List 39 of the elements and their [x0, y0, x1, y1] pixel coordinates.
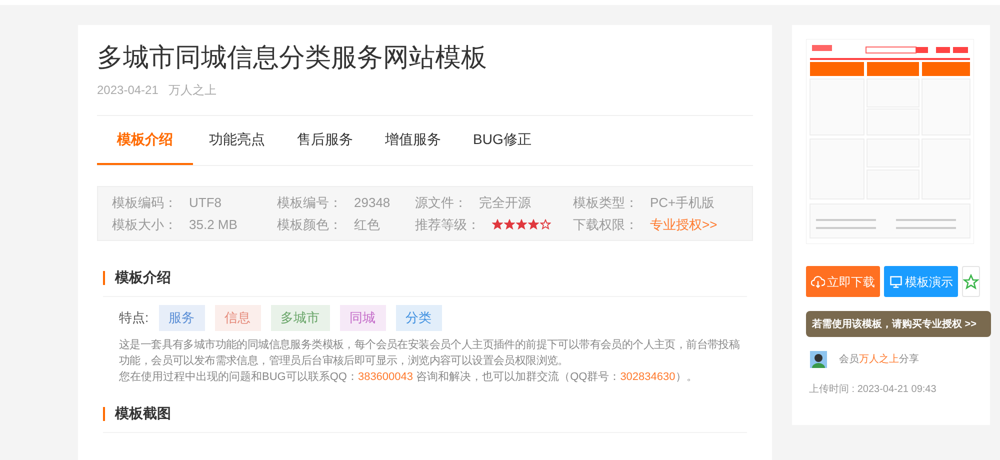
- spec-value: 红色: [354, 216, 380, 234]
- tag[interactable]: 信息: [214, 305, 261, 331]
- author-name: 万人之上: [168, 82, 216, 99]
- tab[interactable]: 功能亮点: [193, 116, 281, 165]
- tab[interactable]: 售后服务: [281, 116, 369, 165]
- spec-label: 推荐等级：: [415, 216, 480, 234]
- tab[interactable]: BUG修正: [457, 116, 548, 165]
- demo-button[interactable]: 模板演示: [884, 266, 958, 297]
- spec-value: 29348: [354, 194, 390, 212]
- contact-text: 您在使用过程中出现的问题和BUG可以联系QQ：383600043 咨询和解决，也可以加群交流（QQ群号：302834630）。: [118, 370, 698, 385]
- section-heading: 模板截图: [115, 404, 171, 423]
- member-link[interactable]: 万人之上: [859, 354, 899, 365]
- page-title: 多城市同城信息分类服务网站模板: [97, 41, 488, 74]
- spec-label: 模板编码：: [112, 194, 177, 212]
- upload-time: 上传时间 : 2023-04-21 09:43: [808, 382, 938, 397]
- tag[interactable]: 多城市: [270, 305, 330, 331]
- spec-label: 源文件：: [415, 194, 467, 212]
- section-heading: 模板介绍: [115, 268, 171, 287]
- share-text: 会员万人之上分享: [839, 352, 919, 367]
- spec-value: 35.2 MB: [189, 216, 238, 234]
- spec-label: 模板编号：: [277, 194, 342, 212]
- spec-label: 模板类型：: [573, 194, 638, 212]
- spec-label: 模板大小：: [112, 216, 177, 234]
- tag[interactable]: 服务: [158, 305, 205, 331]
- description-text: 这是一套具有多城市功能的同城信息服务类模板，每个会员在安装会员个人主页插件的前提下可以带有会员的个人主页，前台带投稿功能，会员可以发布需求信息，管理员后台审核后即可显示，浏览内容可以设置会员权限浏览。: [118, 338, 741, 369]
- license-banner[interactable]: 若需使用该模板，请购买专业授权 >>: [806, 311, 991, 337]
- download-button[interactable]: 立即下载: [806, 266, 880, 297]
- tab[interactable]: 增值服务: [369, 116, 457, 165]
- spec-value: UTF8: [189, 194, 222, 212]
- tag[interactable]: 分类: [396, 305, 442, 331]
- spec-label: 模板颜色：: [277, 216, 342, 234]
- publish-date: 2023-04-21: [97, 82, 158, 99]
- tag[interactable]: 同城: [340, 305, 386, 331]
- features-label: 特点:: [119, 309, 149, 328]
- license-link[interactable]: 专业授权>>: [650, 214, 718, 234]
- spec-label: 下载权限：: [573, 216, 638, 234]
- spec-value: PC+手机版: [650, 194, 715, 212]
- tab[interactable]: 模板介绍: [97, 116, 193, 165]
- spec-value: 完全开源: [479, 194, 531, 212]
